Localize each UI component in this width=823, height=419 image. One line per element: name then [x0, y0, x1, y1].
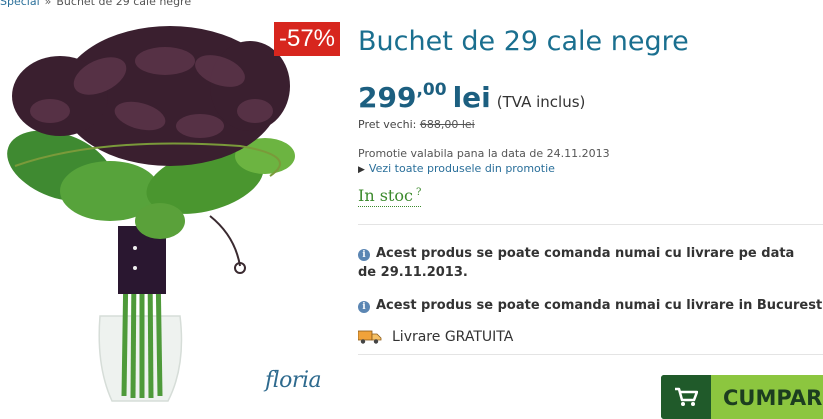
notice-delivery-city: i Acest produs se poate comanda numai cu … [358, 296, 823, 315]
notice-delivery-date: i Acest produs se poate comanda numai cu … [358, 244, 808, 282]
notice-delivery-date-text: Acest produs se poate comanda numai cu l… [358, 246, 795, 280]
floria-logo: floria [265, 368, 322, 393]
old-price: Pret vechi: 688,00 lei [358, 118, 475, 131]
info-icon: i [358, 249, 370, 261]
info-icon: i [358, 301, 370, 313]
vat-note: (TVA inclus) [496, 93, 586, 111]
breadcrumb-current: Buchet de 29 cale negre [56, 0, 192, 8]
old-price-label: Pret vechi: [358, 118, 417, 131]
stock-label: In stoc [358, 186, 413, 205]
price: 299,00 lei (TVA inclus) [358, 80, 585, 114]
stock-help-icon[interactable]: ? [416, 187, 421, 198]
breadcrumb: Special » Buchet de 29 cale negre [0, 0, 192, 8]
product-image[interactable]: floria [0, 16, 340, 408]
breadcrumb-separator: » [44, 0, 52, 8]
promo-link[interactable]: ▶ Vezi toate produsele din promotie [358, 162, 555, 175]
buy-button-label[interactable]: CUMPAR [711, 375, 823, 419]
divider [358, 354, 823, 355]
stock-status: In stoc? [358, 186, 422, 207]
old-price-value: 688,00 lei [419, 118, 475, 131]
free-delivery-label: Livrare GRATUITA [392, 329, 514, 345]
buy-button[interactable]: CUMPAR [661, 375, 823, 419]
promo-validity: Promotie valabila pana la data de 24.11.… [358, 147, 610, 160]
divider [358, 224, 823, 225]
price-integer: 299 [358, 81, 417, 114]
promo-link-label[interactable]: Vezi toate produsele din promotie [369, 162, 555, 175]
breadcrumb-link-special[interactable]: Special [0, 0, 40, 8]
price-currency: lei [452, 81, 491, 114]
bouquet-illustration [7, 26, 295, 402]
triangle-right-icon: ▶ [358, 165, 365, 175]
product-title: Buchet de 29 cale negre [358, 26, 689, 57]
price-decimal: ,00 [416, 80, 447, 100]
cart-icon [661, 375, 711, 419]
truck-icon [357, 330, 382, 348]
notice-delivery-city-text: Acest produs se poate comanda numai cu l… [376, 298, 823, 313]
free-delivery: Livrare GRATUITA [357, 329, 514, 348]
discount-badge: -57% [274, 22, 340, 56]
